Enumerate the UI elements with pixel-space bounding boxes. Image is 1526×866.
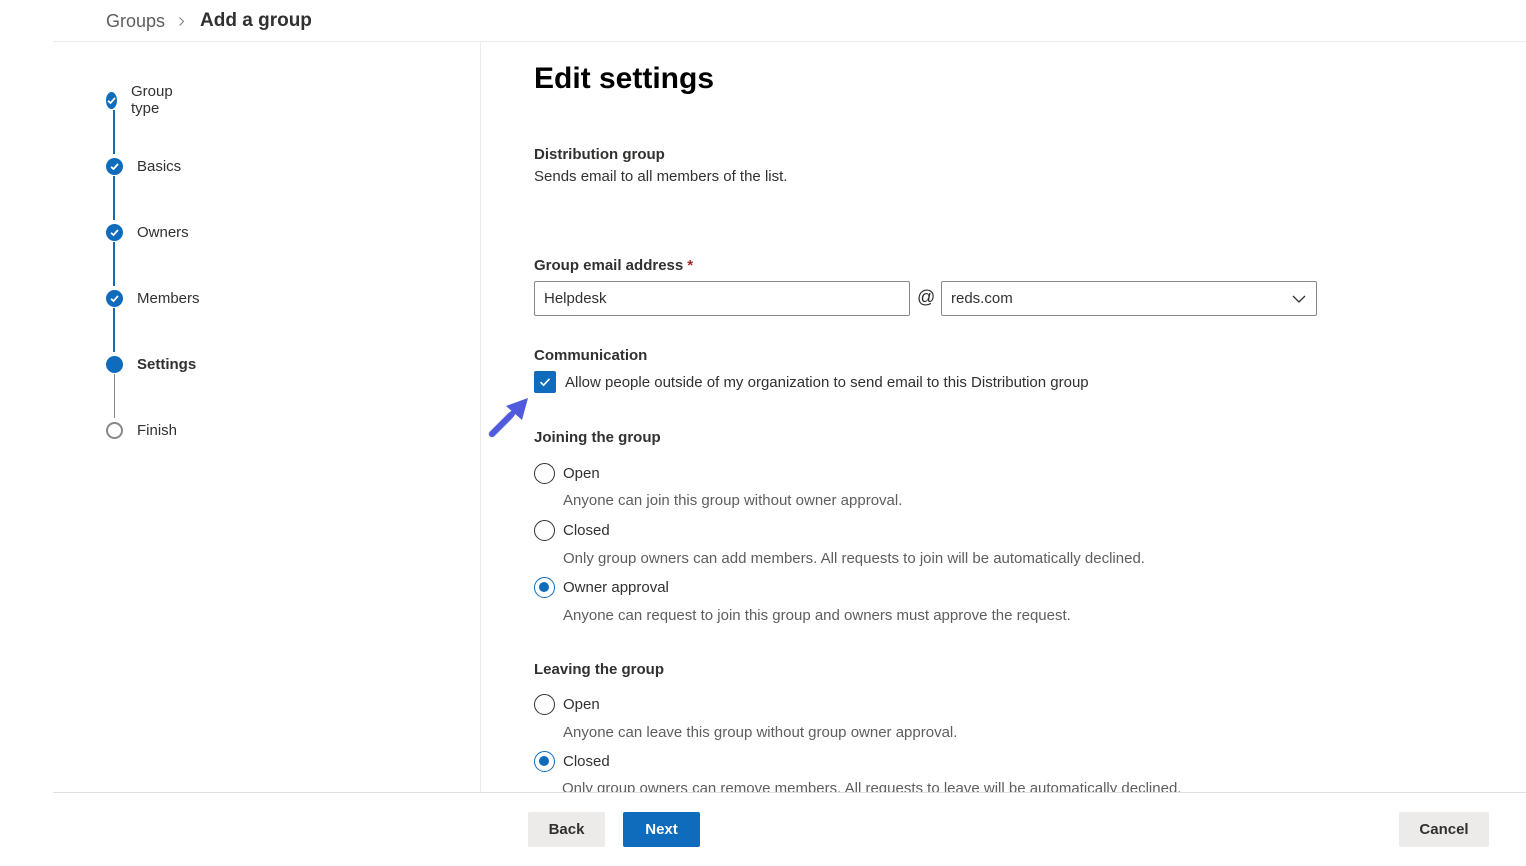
join-closed-description: Only group owners can add members. All r… bbox=[563, 550, 1145, 567]
step-connector bbox=[113, 308, 115, 352]
step-label: Group type bbox=[131, 83, 173, 117]
breadcrumb: Groups Add a group bbox=[106, 8, 312, 34]
step-connector bbox=[113, 110, 115, 154]
required-mark: * bbox=[687, 257, 694, 274]
step-connector bbox=[114, 374, 115, 418]
join-closed-radio[interactable] bbox=[534, 520, 555, 541]
step-label: Members bbox=[137, 289, 200, 307]
breadcrumb-current: Add a group bbox=[200, 10, 312, 31]
step-connector bbox=[113, 176, 115, 220]
leave-open-radio[interactable] bbox=[534, 694, 555, 715]
step-label: Finish bbox=[137, 421, 178, 439]
checkmark-circle-icon bbox=[106, 223, 123, 241]
email-label: Group email address * bbox=[534, 257, 693, 274]
join-open-description: Anyone can join this group without owner… bbox=[563, 492, 903, 509]
at-sign: @ bbox=[917, 287, 936, 307]
domain-dropdown[interactable]: reds.com bbox=[941, 281, 1317, 316]
chevron-down-icon bbox=[1292, 295, 1306, 303]
step-settings[interactable]: Settings bbox=[106, 354, 196, 374]
leave-open-label[interactable]: Open bbox=[563, 696, 600, 713]
step-members[interactable]: Members bbox=[106, 288, 200, 308]
domain-value: reds.com bbox=[951, 290, 1013, 307]
checkmark-icon bbox=[539, 378, 551, 387]
step-finish: Finish bbox=[106, 420, 177, 440]
leave-closed-description-clip: Only group owners can remove members. Al… bbox=[534, 780, 1334, 792]
arrow-pointer-icon bbox=[488, 398, 528, 438]
panel-divider bbox=[480, 42, 481, 792]
checkmark-circle-icon bbox=[106, 91, 117, 109]
step-label: Owners bbox=[137, 223, 189, 241]
email-label-text: Group email address bbox=[534, 257, 684, 274]
step-owners[interactable]: Owners bbox=[106, 222, 189, 242]
leave-open-description: Anyone can leave this group without grou… bbox=[563, 724, 958, 741]
allow-external-email-label[interactable]: Allow people outside of my organization … bbox=[565, 374, 1089, 391]
join-owner-approval-description: Anyone can request to join this group an… bbox=[563, 607, 1071, 624]
communication-heading: Communication bbox=[534, 347, 648, 364]
current-step-icon bbox=[106, 355, 123, 373]
group-type-name: Distribution group bbox=[534, 146, 665, 163]
group-email-input[interactable] bbox=[534, 281, 910, 316]
next-button[interactable]: Next bbox=[623, 812, 700, 847]
leaving-heading: Leaving the group bbox=[534, 661, 665, 678]
leave-closed-radio[interactable] bbox=[534, 751, 555, 772]
back-button[interactable]: Back bbox=[528, 812, 605, 847]
checkmark-circle-icon bbox=[106, 157, 123, 175]
cancel-button[interactable]: Cancel bbox=[1399, 812, 1489, 847]
checkmark-circle-icon bbox=[106, 289, 123, 307]
leave-closed-label[interactable]: Closed bbox=[563, 753, 610, 770]
join-open-label[interactable]: Open bbox=[563, 465, 600, 482]
step-group-type[interactable]: Group type bbox=[106, 83, 179, 117]
empty-circle-icon bbox=[106, 421, 123, 439]
step-label: Basics bbox=[137, 157, 182, 175]
join-owner-approval-label[interactable]: Owner approval bbox=[563, 579, 669, 596]
footer-divider bbox=[53, 792, 1526, 793]
header-divider bbox=[53, 41, 1526, 42]
group-type-description: Sends email to all members of the list. bbox=[534, 168, 788, 185]
join-closed-label[interactable]: Closed bbox=[563, 522, 610, 539]
chevron-right-icon bbox=[179, 16, 185, 26]
page-title: Edit settings bbox=[534, 62, 715, 95]
leave-closed-description: Only group owners can remove members. Al… bbox=[562, 780, 1182, 792]
step-basics[interactable]: Basics bbox=[106, 156, 181, 176]
joining-heading: Joining the group bbox=[534, 429, 661, 446]
join-owner-approval-radio[interactable] bbox=[534, 577, 555, 598]
join-open-radio[interactable] bbox=[534, 463, 555, 484]
allow-external-email-checkbox[interactable] bbox=[534, 371, 556, 393]
step-connector bbox=[113, 242, 115, 286]
step-label: Settings bbox=[137, 355, 197, 373]
breadcrumb-groups-link[interactable]: Groups bbox=[106, 11, 165, 32]
